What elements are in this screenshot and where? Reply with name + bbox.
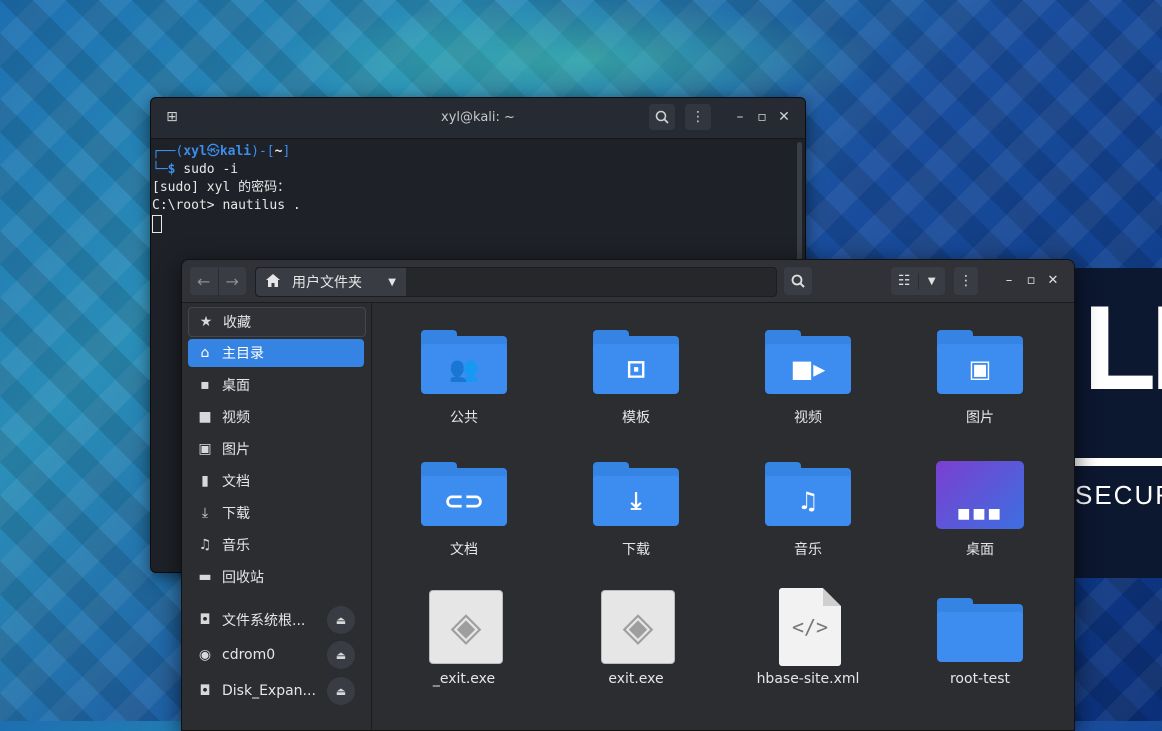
drive-icon: ◘ bbox=[199, 612, 211, 628]
kebab-menu-icon[interactable]: ⋮ bbox=[685, 104, 711, 130]
close-icon[interactable]: ✕ bbox=[771, 104, 797, 130]
home-icon: ⌂ bbox=[200, 345, 210, 361]
desktop-folder-icon: ■■■ bbox=[936, 461, 1024, 529]
close-icon[interactable]: ✕ bbox=[1045, 273, 1061, 288]
sidebar-item-documents[interactable]: ▮ 文档 bbox=[188, 467, 364, 495]
grid-item-documents[interactable]: ⊂⊃ 文档 bbox=[389, 444, 539, 564]
star-icon: ★ bbox=[199, 314, 213, 330]
video-icon: ■ bbox=[198, 409, 212, 425]
grid-item-videos[interactable]: ■▸ 视频 bbox=[733, 312, 883, 432]
sidebar-item-trash[interactable]: ▬ 回收站 bbox=[188, 563, 364, 591]
sidebar-item-pictures[interactable]: ▣ 图片 bbox=[188, 435, 364, 463]
home-icon bbox=[266, 273, 280, 291]
sidebar-item-favorites[interactable]: ★ 收藏 bbox=[188, 307, 366, 337]
list-view-icon[interactable]: ☷ bbox=[891, 273, 919, 289]
eject-icon[interactable]: ⏏ bbox=[327, 641, 355, 669]
desktop-icon: ▪ bbox=[200, 377, 210, 393]
path-label: 用户文件夹 bbox=[292, 275, 362, 291]
minimize-icon[interactable]: – bbox=[1001, 273, 1017, 288]
sudo-password-line: [sudo] xyl 的密码： bbox=[152, 180, 291, 195]
root-command-line: C:\root> nautilus . bbox=[152, 198, 301, 213]
eject-icon[interactable]: ⏏ bbox=[327, 677, 355, 705]
banner-rule bbox=[1075, 458, 1162, 466]
sidebar-item-videos[interactable]: ■ 视频 bbox=[188, 403, 364, 431]
grid-item-desktop[interactable]: ■■■ 桌面 bbox=[905, 444, 1055, 564]
sidebar-item-music[interactable]: ♫ 音乐 bbox=[188, 531, 364, 559]
document-folder-icon: ⊂⊃ bbox=[421, 462, 507, 526]
kali-wallpaper-logo: LI SECUR bbox=[1075, 268, 1162, 578]
music-folder-icon: ♫ bbox=[765, 462, 851, 526]
music-icon: ♫ bbox=[198, 537, 212, 553]
file-manager-window[interactable]: ← → 用户文件夹 ▼ ☷ ▼ ⋮ – ▫ ✕ ★ 收藏 ⌂ 主目录 ▪ 桌面 … bbox=[181, 259, 1075, 731]
trash-icon: ▬ bbox=[198, 569, 212, 585]
grid-item-pictures[interactable]: ▣ 图片 bbox=[905, 312, 1055, 432]
prompt-line-1: ┌──(xyl㉿kali)-[~] bbox=[152, 144, 291, 159]
path-bar[interactable]: 用户文件夹 ▼ bbox=[255, 267, 777, 297]
download-icon: ⤓ bbox=[201, 505, 209, 521]
view-toggle-group: ☷ ▼ bbox=[891, 267, 945, 295]
terminal-cursor-line bbox=[152, 215, 805, 236]
banner-subtext: SECUR bbox=[1075, 480, 1162, 510]
banner-text: LI bbox=[1083, 281, 1162, 415]
search-icon[interactable] bbox=[784, 267, 812, 295]
sidebar-item-home[interactable]: ⌂ 主目录 bbox=[188, 339, 364, 367]
people-folder-icon: 👥 bbox=[421, 330, 507, 394]
file-manager-headerbar[interactable]: ← → 用户文件夹 ▼ ☷ ▼ ⋮ – ▫ ✕ bbox=[182, 260, 1074, 303]
forward-arrow-icon[interactable]: → bbox=[217, 267, 247, 295]
nav-buttons: ← → bbox=[190, 267, 246, 295]
kebab-menu-icon[interactable]: ⋮ bbox=[954, 267, 978, 295]
download-folder-icon: ⤓ bbox=[593, 462, 679, 526]
grid-item-templates[interactable]: ⊡ 模板 bbox=[561, 312, 711, 432]
sidebar: ★ 收藏 ⌂ 主目录 ▪ 桌面 ■ 视频 ▣ 图片 ▮ 文档 ⤓ 下载 ♫ 音乐 ▬ 回收站 ◘ 文… bbox=[182, 303, 372, 730]
file-grid: 👥 公共 ⊡ 模板 ■▸ 视频 ▣ 图片 ⊂⊃ 文档 ⤓ 下载 ♫ 音乐 ■■■ bbox=[372, 303, 1074, 730]
exe-file-icon: ◈ bbox=[429, 590, 503, 664]
chevron-down-icon[interactable]: ▼ bbox=[919, 276, 946, 287]
picture-folder-icon: ▣ bbox=[937, 330, 1023, 394]
sidebar-item-desktop[interactable]: ▪ 桌面 bbox=[188, 371, 364, 399]
terminal-output[interactable]: ┌──(xyl㉿kali)-[~] └─$ sudo -i [sudo] xyl… bbox=[151, 139, 805, 236]
disc-icon: ◉ bbox=[198, 647, 212, 663]
path-home-button[interactable]: 用户文件夹 ▼ bbox=[256, 268, 406, 296]
chevron-down-icon[interactable]: ▼ bbox=[388, 277, 396, 288]
grid-item-music[interactable]: ♫ 音乐 bbox=[733, 444, 883, 564]
video-folder-icon: ■▸ bbox=[765, 330, 851, 394]
image-icon: ▣ bbox=[198, 441, 212, 457]
prompt-line-2: └─$ sudo -i bbox=[152, 162, 239, 177]
grid-item-root-test[interactable]: root-test bbox=[905, 576, 1055, 696]
grid-item-public[interactable]: 👥 公共 bbox=[389, 312, 539, 432]
sidebar-item-downloads[interactable]: ⤓ 下载 bbox=[188, 499, 364, 527]
grid-item-exit[interactable]: ◈ exit.exe bbox=[561, 576, 711, 696]
template-folder-icon: ⊡ bbox=[593, 330, 679, 394]
grid-item-downloads[interactable]: ⤓ 下载 bbox=[561, 444, 711, 564]
xml-file-icon: </> bbox=[779, 588, 841, 666]
grid-item-hbase-site[interactable]: </> hbase-site.xml bbox=[733, 576, 883, 696]
back-arrow-icon[interactable]: ← bbox=[190, 267, 218, 295]
drive-icon: ◘ bbox=[199, 683, 211, 699]
eject-icon[interactable]: ⏏ bbox=[327, 606, 355, 634]
document-icon: ▮ bbox=[201, 473, 209, 489]
search-icon[interactable] bbox=[649, 104, 675, 130]
folder-icon bbox=[937, 598, 1023, 662]
text-cursor bbox=[152, 215, 162, 233]
grid-item-exit-underscore[interactable]: ◈ _exit.exe bbox=[389, 576, 539, 696]
maximize-icon[interactable]: ▫ bbox=[1023, 273, 1039, 288]
terminal-titlebar[interactable]: ⊞ xyl@kali: ~ ⋮ – ▫ ✕ bbox=[151, 98, 805, 139]
exe-file-icon: ◈ bbox=[601, 590, 675, 664]
